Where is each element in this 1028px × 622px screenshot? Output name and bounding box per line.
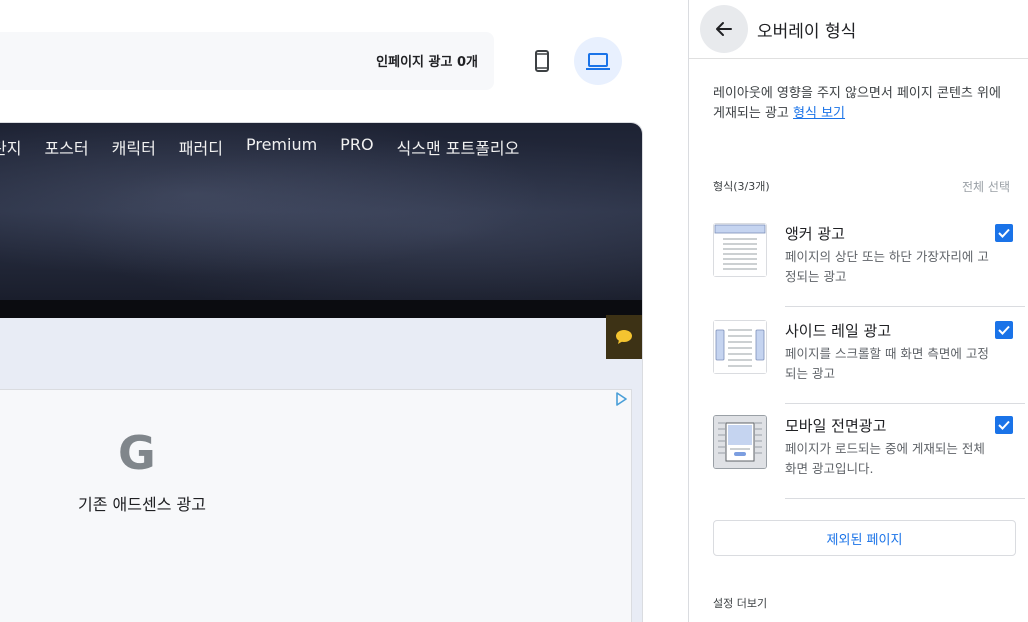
nav-item[interactable]: PRO: [340, 135, 373, 159]
anchor-ad-checkbox[interactable]: [995, 224, 1013, 242]
arrow-back-icon: [716, 22, 732, 36]
excluded-pages-button[interactable]: 제외된 페이지: [713, 520, 1016, 556]
format-name: 앵커 광고: [785, 225, 845, 243]
side-rail-ad-thumbnail: [713, 320, 767, 374]
format-description: 페이지가 로드되는 중에 게재되는 전체 화면 광고입니다.: [785, 441, 985, 476]
format-description: 페이지의 상단 또는 하단 가장자리에 고정되는 광고: [785, 249, 989, 284]
preview-toolbar: 인페이지 광고 0개: [0, 32, 494, 90]
divider: [785, 498, 1025, 499]
preview-area: 인페이지 광고 0개 탄지 포스터 캐릭터 패러디 Premium PRO 식스…: [0, 0, 688, 622]
divider: [785, 306, 1025, 307]
site-header-banner: 탄지 포스터 캐릭터 패러디 Premium PRO 식스맨 포트폴리오: [0, 123, 642, 300]
nav-item[interactable]: 탄지: [0, 135, 21, 159]
back-button[interactable]: [700, 5, 748, 53]
divider: [785, 403, 1025, 404]
side-rail-ad-checkbox[interactable]: [995, 321, 1013, 339]
format-row-side-rail: 사이드 레일 광고 페이지를 스크롤할 때 화면 측면에 고정되는 광고: [713, 320, 1025, 417]
check-icon: [998, 228, 1010, 238]
site-nav: 탄지 포스터 캐릭터 패러디 Premium PRO 식스맨 포트폴리오: [0, 135, 519, 159]
format-row-vignette: 모바일 전면광고 페이지가 로드되는 중에 게재되는 전체 화면 광고입니다.: [713, 415, 1025, 512]
nav-item[interactable]: 포스터: [44, 135, 88, 159]
nav-item[interactable]: Premium: [246, 135, 317, 159]
panel-description: 레이아웃에 영향을 주지 않으면서 페이지 콘텐츠 위에 게재되는 광고 형식 …: [713, 84, 1013, 124]
select-all-button[interactable]: 전체 선택: [962, 178, 1010, 195]
nav-item[interactable]: 캐릭터: [112, 135, 156, 159]
site-preview: 탄지 포스터 캐릭터 패러디 Premium PRO 식스맨 포트폴리오 G 기…: [0, 122, 643, 622]
mobile-view-button[interactable]: [518, 37, 566, 85]
nav-item[interactable]: 패러디: [179, 135, 223, 159]
panel-title: 오버레이 형식: [757, 22, 857, 42]
format-name: 모바일 전면광고: [785, 417, 887, 435]
inpage-ads-count: 인페이지 광고 0개: [376, 55, 478, 70]
more-settings-label[interactable]: 설정 더보기: [713, 595, 767, 611]
chat-button[interactable]: [606, 315, 642, 359]
check-icon: [998, 325, 1010, 335]
panel-header: 오버레이 형식: [689, 0, 1028, 59]
formats-count-label: 형식(3/3개): [713, 180, 770, 193]
ad-label: 기존 애드센스 광고: [78, 495, 206, 514]
chat-bubble-icon: [616, 330, 632, 344]
overlay-format-panel: 오버레이 형식 레이아웃에 영향을 주지 않으면서 페이지 콘텐츠 위에 게재되…: [688, 0, 1028, 622]
nav-item[interactable]: 식스맨 포트폴리오: [397, 135, 520, 159]
anchor-ad-thumbnail: [713, 223, 767, 277]
laptop-icon: [586, 53, 610, 70]
desktop-view-button[interactable]: [574, 37, 622, 85]
format-row-anchor: 앵커 광고 페이지의 상단 또는 하단 가장자리에 고정되는 광고: [713, 223, 1025, 320]
check-icon: [998, 420, 1010, 430]
description-text: 레이아웃에 영향을 주지 않으면서 페이지 콘텐츠 위에 게재되는 광고: [713, 86, 1001, 121]
view-formats-link[interactable]: 형식 보기: [793, 106, 845, 121]
format-name: 사이드 레일 광고: [785, 322, 892, 340]
header-divider: [0, 300, 642, 318]
google-logo: G: [118, 426, 156, 480]
smartphone-icon: [535, 50, 549, 72]
format-description: 페이지를 스크롤할 때 화면 측면에 고정되는 광고: [785, 346, 989, 381]
vignette-ad-checkbox[interactable]: [995, 416, 1013, 434]
adchoices-icon[interactable]: [615, 391, 627, 410]
vignette-ad-thumbnail: [713, 415, 767, 469]
